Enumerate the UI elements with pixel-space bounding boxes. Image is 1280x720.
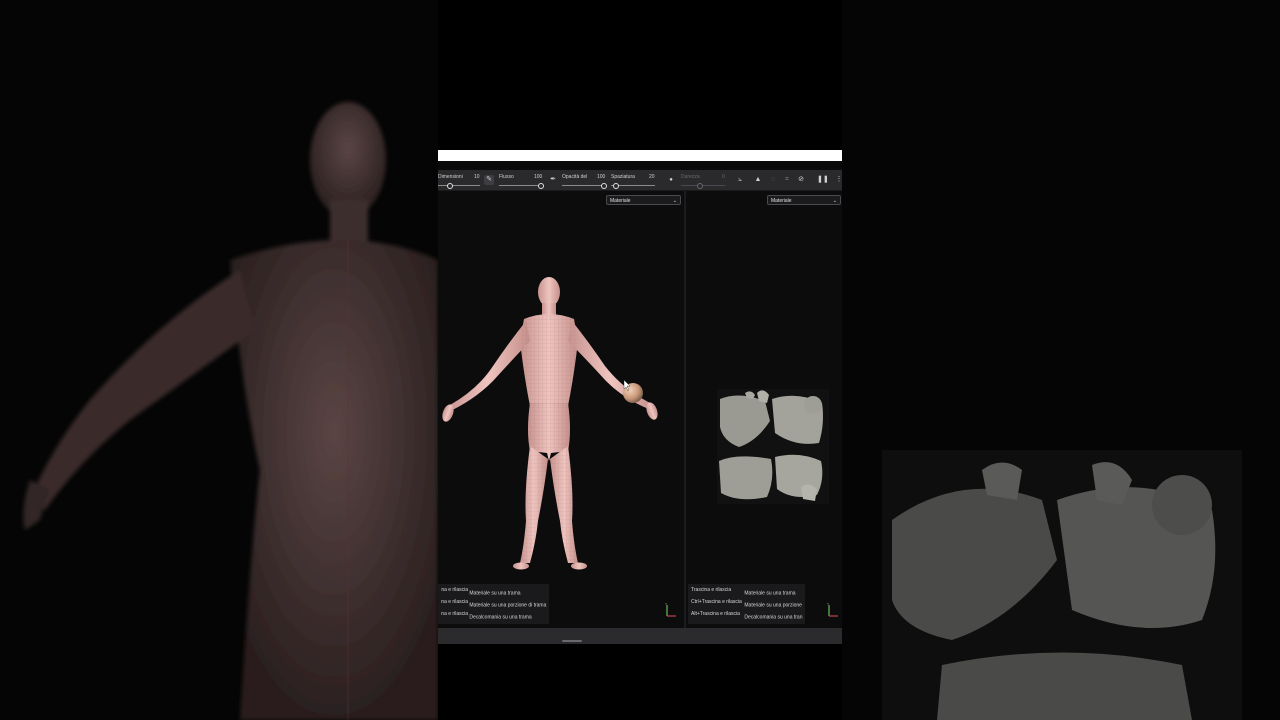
opacity-slider-track[interactable] — [562, 185, 606, 186]
hint-row: Trascina e rilascia Materiale su una tra… — [691, 586, 802, 598]
viewport-mode-select-right-value: Materiale — [771, 198, 792, 204]
pen-icon[interactable]: ✒ — [548, 175, 558, 185]
svg-text:Y: Y — [827, 602, 829, 606]
uv-texture-map[interactable] — [717, 389, 829, 504]
hint-action: Materiale su una trama — [469, 590, 521, 597]
shortcut-hints-right: Trascina e rilascia Materiale su una tra… — [688, 584, 806, 624]
hint-key: Trascina e rilascia — [441, 587, 468, 593]
blurred-uv-image — [882, 450, 1242, 720]
window-title-strip — [438, 150, 842, 161]
hardness-slider-track — [681, 185, 725, 186]
size-slider-knob[interactable] — [447, 183, 453, 189]
menu-strip — [438, 161, 842, 170]
hint-action: Materiale su una porzione di trama — [469, 602, 547, 609]
material-sphere-cursor — [623, 379, 643, 403]
opacity-slider-knob[interactable] — [601, 183, 607, 189]
hint-row: Ctrl+Trascina e rilascia Materiale su un… — [691, 598, 802, 610]
flow-slider-track[interactable] — [499, 185, 543, 186]
crop-icon[interactable]: ⌗ — [782, 175, 792, 185]
viewport-mode-select-right[interactable]: Materiale ⌄ — [767, 195, 841, 205]
overflow-icon[interactable]: ⋮ — [834, 175, 843, 185]
curve-icon[interactable]: ⦣ — [735, 175, 745, 185]
background-blur-left — [0, 0, 438, 720]
hint-row: Alt+Trascina e rilascia Decalcomania su … — [441, 610, 546, 622]
axis-gizmo-icon: Y — [665, 602, 676, 617]
flow-slider-knob[interactable] — [538, 183, 544, 189]
pause-icon[interactable]: ❚❚ — [817, 175, 829, 185]
flow-value[interactable]: 100 — [534, 174, 542, 180]
lazy-mouse-icon[interactable]: ◌ — [768, 175, 778, 185]
hint-key: Ctrl+Trascina e rilascia — [441, 599, 468, 605]
svg-text:Y: Y — [665, 602, 667, 606]
blurred-model-image — [23, 102, 438, 720]
hint-key: Alt+Trascina e rilascia — [691, 611, 740, 617]
symmetry-icon[interactable]: ▲ — [753, 175, 763, 185]
shortcut-hints-left: Trascina e rilascia Materiale su una tra… — [438, 584, 550, 624]
pressure-icon[interactable]: ● — [666, 175, 676, 185]
size-value[interactable]: 10 — [474, 174, 480, 180]
3d-viewport[interactable]: Materiale ⌄ na e rilascia Materiale su u… — [438, 191, 684, 628]
hardness-slider-knob — [697, 183, 703, 189]
brush-icon[interactable]: ✎ — [484, 175, 494, 185]
hardness-label: Durezza — [681, 174, 700, 180]
human-model[interactable] — [438, 191, 684, 591]
hint-action: Decalcomania su una trama — [469, 614, 532, 621]
bottom-panel-bar — [438, 628, 842, 644]
panel-resize-handle[interactable] — [562, 640, 582, 642]
hint-row: Trascina e rilascia Materiale su una tra… — [441, 586, 546, 598]
hardness-value: 0 — [722, 174, 725, 180]
spacing-value[interactable]: 20 — [649, 174, 655, 180]
hint-action: Materiale su una trama — [744, 590, 796, 597]
hide-icon[interactable]: ⊘ — [796, 175, 806, 185]
chevron-down-icon: ⌄ — [832, 198, 837, 204]
2d-uv-viewport[interactable]: Materiale ⌄ Trascina e rilascia Material… — [686, 191, 842, 628]
opacity-label: Opacità del — [562, 174, 588, 180]
background-blur-right — [842, 0, 1280, 720]
hint-action: Materiale su una porzione — [744, 602, 802, 609]
hint-key: Alt+Trascina e rilascia — [441, 611, 468, 617]
spacing-slider-knob[interactable] — [613, 183, 619, 189]
flow-label: Flusso — [499, 174, 514, 180]
brush-toolbar: Dimensioni 10 ✎ Flusso 100 ✒ Opacità del… — [438, 170, 842, 191]
texture-painting-app: Dimensioni 10 ✎ Flusso 100 ✒ Opacità del… — [438, 150, 842, 644]
axis-gizmo-icon: Y — [827, 602, 838, 617]
hint-key: Trascina e rilascia — [691, 587, 732, 593]
hint-row: Ctrl+Trascina e rilascia Materiale su un… — [441, 598, 546, 610]
spacing-label: Spaziatura — [611, 174, 635, 180]
hint-row: Alt+Trascina e rilascia Decalcomania su … — [691, 610, 802, 622]
hint-action: Decalcomania su una tran — [744, 614, 803, 621]
size-label: Dimensioni — [438, 174, 463, 180]
hint-key: Ctrl+Trascina e rilascia — [691, 599, 742, 605]
opacity-value[interactable]: 100 — [597, 174, 605, 180]
size-slider-track[interactable] — [438, 185, 480, 186]
